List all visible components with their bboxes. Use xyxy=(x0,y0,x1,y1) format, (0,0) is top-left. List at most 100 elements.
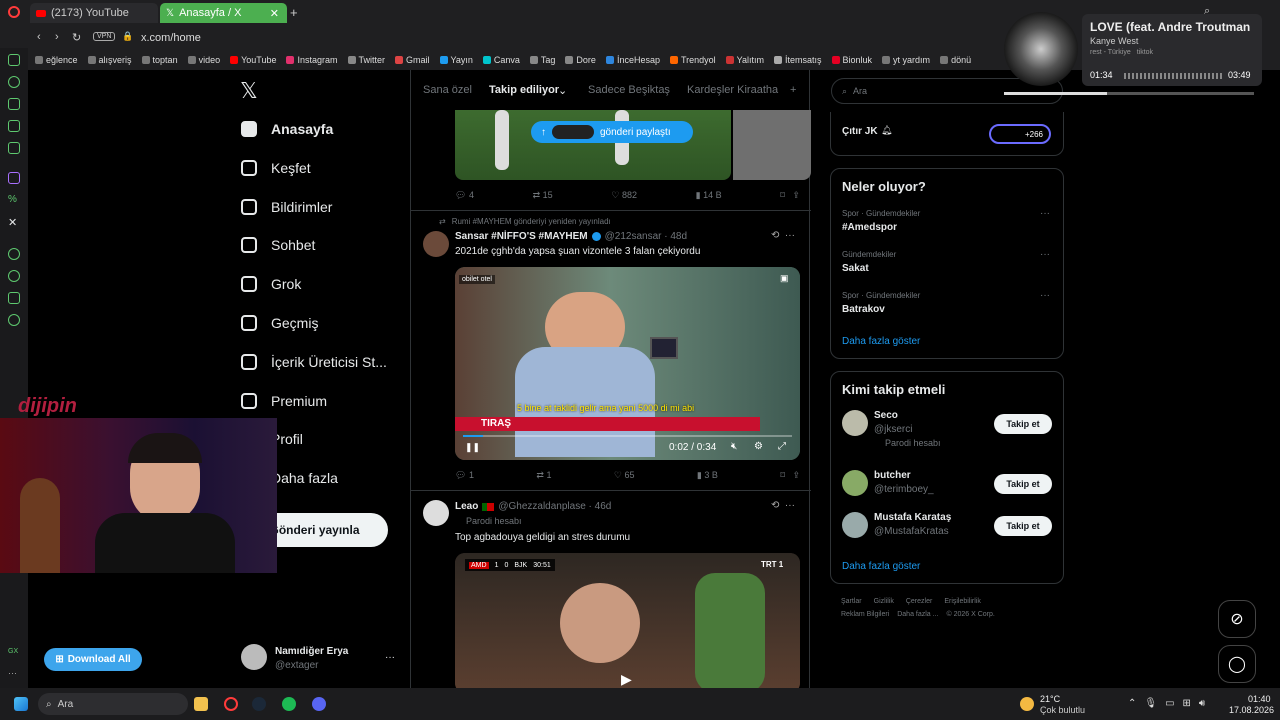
tab-youtube[interactable]: (2173) YouTube xyxy=(30,3,158,23)
nav-item-3[interactable]: Sohbet xyxy=(241,237,315,254)
pause-icon[interactable]: ❚❚ xyxy=(465,442,480,453)
settings-icon[interactable] xyxy=(8,314,20,326)
bookmark-icon[interactable]: ⌑ ⇪ xyxy=(780,190,800,201)
add-tab-icon[interactable]: + xyxy=(790,84,796,96)
follow-avatar[interactable] xyxy=(842,512,868,538)
retweet-button[interactable]: ⇄ 15 xyxy=(533,190,553,201)
nav-item-0[interactable]: Anasayfa xyxy=(241,121,333,137)
follow-name[interactable]: butcher xyxy=(874,470,911,481)
album-art[interactable] xyxy=(1004,12,1078,86)
like-button[interactable]: ♡ 65 xyxy=(614,470,635,481)
follow-name[interactable]: Seco xyxy=(874,410,898,421)
tweet2-video[interactable]: obilet otel ▣ 5 bine at taklidi gelir am… xyxy=(455,267,800,460)
nav-item-5[interactable]: Geçmiş xyxy=(241,315,318,331)
gx-icon[interactable]: GX xyxy=(8,648,20,660)
follow-button[interactable]: Takip et xyxy=(994,414,1052,434)
nav-item-4[interactable]: Grok xyxy=(241,276,301,293)
tweet3-avatar[interactable] xyxy=(423,500,449,526)
views-button[interactable]: ▮ 14 B xyxy=(696,190,722,201)
bookmark-item[interactable]: yt yardım xyxy=(882,55,930,65)
tweet1-media-2[interactable] xyxy=(733,110,811,180)
nav-item-6[interactable]: İçerik Üreticisi St... xyxy=(241,353,387,370)
tweet3-name[interactable]: Leao xyxy=(455,501,478,512)
user-avatar[interactable] xyxy=(241,644,267,670)
opera-gx-icon[interactable] xyxy=(224,697,238,711)
bookmark-item[interactable]: Gmail xyxy=(395,55,430,65)
music-progress-bar[interactable] xyxy=(1004,92,1254,95)
spotify-icon[interactable] xyxy=(282,697,296,711)
discord-icon[interactable] xyxy=(312,697,326,711)
percent-icon[interactable]: % xyxy=(8,194,20,206)
tweet3-handle[interactable]: @Ghezzaldanplase · 46d xyxy=(498,501,611,512)
nav-item-2[interactable]: Bildirimler xyxy=(241,198,332,215)
bookmark-item[interactable]: Instagram xyxy=(286,55,338,65)
play-icon[interactable]: ▶ xyxy=(621,671,632,688)
tweet3-video[interactable]: AMD 1 0 BJK 30:51 TRT 1 ▶ xyxy=(455,553,800,688)
new-posts-pill[interactable]: ↑ gönderi paylaştı xyxy=(531,121,693,143)
top-profile-name[interactable]: Çıtır JK xyxy=(842,126,878,137)
footer-link[interactable]: Gizlilik xyxy=(874,598,894,605)
tab-following[interactable]: Takip ediliyor xyxy=(489,84,559,96)
bookmark-item[interactable]: eğlence xyxy=(35,55,78,65)
trend-name[interactable]: Batrakov xyxy=(842,304,885,315)
retweet-button[interactable]: ⇄ 1 xyxy=(536,470,551,481)
bookmark-icon[interactable]: ⌑ ⇪ xyxy=(780,470,800,481)
tab-x-home[interactable]: 𝕏 Anasayfa / X ✕ xyxy=(160,3,287,23)
tweet2-name[interactable]: Sansar #NİFFO'S #MAYHEM xyxy=(455,231,588,242)
bookmark-item[interactable]: İnceHesap xyxy=(605,55,660,65)
taskbar-search[interactable]: ⌕ Ara xyxy=(38,693,188,715)
top-profile-badge[interactable]: +266 xyxy=(989,124,1051,144)
tweet2-handle[interactable]: @212sansar · 48d xyxy=(605,231,687,242)
bookmark-item[interactable]: YouTube xyxy=(230,55,276,65)
tweet2-avatar[interactable] xyxy=(423,231,449,257)
bookmark-item[interactable]: alışveriş xyxy=(87,55,132,65)
follow-name[interactable]: Mustafa Karataş xyxy=(874,512,951,523)
trend-menu-icon[interactable]: ··· xyxy=(1040,208,1050,219)
follow-avatar[interactable] xyxy=(842,410,868,436)
tweet2-menu-icon[interactable]: ⟲ ··· xyxy=(771,230,795,241)
more-sidebar-icon[interactable]: ··· xyxy=(8,668,20,680)
grok-float-button[interactable]: ⊘ xyxy=(1218,600,1256,638)
chevron-down-icon[interactable]: ⌄ xyxy=(558,84,567,97)
like-button[interactable]: ♡ 882 xyxy=(611,190,637,201)
wallet-icon[interactable] xyxy=(8,120,20,132)
download-all-button[interactable]: ⊞ Download All xyxy=(44,648,142,671)
views-button[interactable]: ▮ 3 B xyxy=(697,470,718,481)
nav-item-7[interactable]: Premium xyxy=(241,392,327,409)
tab-for-you[interactable]: Sana özel xyxy=(423,84,472,96)
vpn-badge[interactable]: VPN xyxy=(93,32,116,41)
bookmark-item[interactable]: Yalıtım xyxy=(725,55,764,65)
follow-button[interactable]: Takip et xyxy=(994,516,1052,536)
file-explorer-icon[interactable] xyxy=(194,697,208,711)
footer-link[interactable]: Reklam Bilgileri xyxy=(841,611,889,618)
tweet3-menu-icon[interactable]: ⟲ ··· xyxy=(771,500,795,511)
bookmark-item[interactable]: Tag xyxy=(529,55,555,65)
play-icon[interactable] xyxy=(8,248,20,260)
back-icon[interactable]: ‹ xyxy=(37,31,41,43)
footer-link[interactable]: Çerezler xyxy=(906,598,932,605)
trend-menu-icon[interactable]: ··· xyxy=(1040,290,1050,301)
tab-besiktas[interactable]: Sadece Beşiktaş xyxy=(588,84,670,96)
trends-show-more[interactable]: Daha fazla göster xyxy=(842,336,920,347)
follow-button[interactable]: Takip et xyxy=(994,474,1052,494)
reload-icon[interactable]: ↻ xyxy=(72,31,81,44)
clock-icon[interactable] xyxy=(8,270,20,282)
music-icon[interactable] xyxy=(8,142,20,154)
history-icon[interactable] xyxy=(8,76,20,88)
x-sidebar-icon[interactable]: ✕ xyxy=(8,216,20,229)
bookmark-item[interactable]: İtemsatış xyxy=(774,55,822,65)
chat-float-button[interactable]: ◯ xyxy=(1218,645,1256,683)
mute-icon[interactable]: 🔇︎ xyxy=(731,441,737,452)
bookmark-item[interactable]: toptan xyxy=(141,55,178,65)
video-progress[interactable] xyxy=(463,435,792,437)
bookmark-item[interactable]: Twitter xyxy=(347,55,385,65)
follow-avatar[interactable] xyxy=(842,470,868,496)
bookmark-item[interactable]: Bionluk xyxy=(831,55,872,65)
twitch-icon[interactable] xyxy=(8,172,20,184)
bookmark-item[interactable]: video xyxy=(187,55,220,65)
footer-link[interactable]: Daha fazla ... xyxy=(897,611,938,618)
windows-start-icon[interactable] xyxy=(14,697,28,711)
bookmark-item[interactable]: Dore xyxy=(565,55,596,65)
opera-logo-icon[interactable] xyxy=(8,6,20,18)
extensions-icon[interactable] xyxy=(8,98,20,110)
